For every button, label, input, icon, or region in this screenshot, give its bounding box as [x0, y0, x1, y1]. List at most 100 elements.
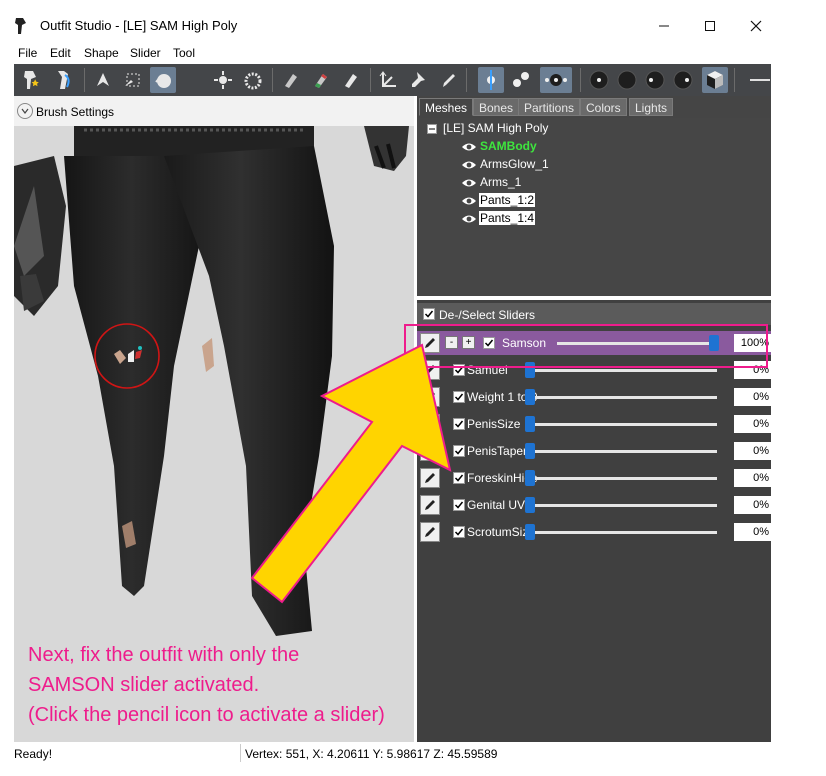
tree-root-label: [LE] SAM High Poly: [443, 121, 549, 135]
slider-row: ScrotumSize 0%: [417, 520, 771, 544]
wireframe-icon[interactable]: [614, 67, 640, 93]
shape-label: SAMBody: [480, 139, 537, 153]
connected-only-icon[interactable]: [508, 67, 534, 93]
inflate-brush-icon[interactable]: [150, 67, 176, 93]
minimize-icon[interactable]: [644, 12, 684, 40]
mask-brush-icon[interactable]: [120, 67, 146, 93]
slider-value-field[interactable]: 0%: [734, 496, 771, 514]
slider-thumb[interactable]: [525, 524, 535, 540]
slider-value-field[interactable]: 0%: [734, 442, 771, 460]
slider-value-field[interactable]: 0%: [734, 415, 771, 433]
vertex-select-icon[interactable]: [586, 67, 612, 93]
menu-shape[interactable]: Shape: [84, 46, 119, 60]
eye-icon[interactable]: [461, 142, 477, 152]
window-title: Outfit Studio - [LE] SAM High Poly: [40, 18, 238, 33]
undiff-brush-icon[interactable]: [278, 67, 304, 93]
weight-brush-icon[interactable]: [308, 67, 334, 93]
annotation-highlight-box: [404, 324, 768, 368]
slider-track[interactable]: [525, 369, 717, 372]
slider-name: PenisTaper: [467, 444, 528, 458]
slider-checkbox[interactable]: [453, 472, 465, 484]
toolbar-overflow[interactable]: [750, 79, 770, 81]
lighting-icon[interactable]: [642, 67, 668, 93]
slider-track[interactable]: [525, 531, 717, 534]
slider-value-field[interactable]: 0%: [734, 469, 771, 487]
menu-slider[interactable]: Slider: [130, 46, 161, 60]
load-reference-icon[interactable]: [18, 67, 44, 93]
slider-checkbox[interactable]: [453, 418, 465, 430]
toolbar: [14, 64, 771, 96]
texture-icon[interactable]: [670, 67, 696, 93]
menu-edit[interactable]: Edit: [50, 46, 71, 60]
slider-value-field[interactable]: 0%: [734, 523, 771, 541]
annotation-text: Next, fix the outfit with only the SAMSO…: [28, 640, 428, 730]
select-all-sliders-checkbox[interactable]: [423, 308, 435, 320]
slider-value-field[interactable]: 0%: [734, 388, 771, 406]
select-brush-icon[interactable]: [90, 67, 116, 93]
slider-track[interactable]: [525, 396, 717, 399]
sliders-header: De-/Select Sliders: [417, 303, 771, 325]
slider-thumb[interactable]: [525, 443, 535, 459]
eye-icon[interactable]: [461, 196, 477, 206]
color-brush-icon[interactable]: [338, 67, 364, 93]
outfit-studio-icon: [15, 18, 26, 34]
pivot-icon[interactable]: [406, 67, 432, 93]
deflate-brush-icon[interactable]: [180, 67, 206, 93]
mesh-panel: Meshes Bones Partitions Colors Lights [L…: [417, 96, 771, 296]
load-outfit-icon[interactable]: [52, 67, 78, 93]
slider-checkbox[interactable]: [453, 391, 465, 403]
pencil-icon[interactable]: [436, 67, 462, 93]
pencil-icon[interactable]: [420, 387, 440, 407]
title-bar: Outfit Studio - [LE] SAM High Poly: [0, 0, 826, 44]
mirror-x-icon[interactable]: [478, 67, 504, 93]
slider-name: PenisSize: [467, 417, 521, 431]
annotation-line: (Click the pencil icon to activate a sli…: [28, 704, 385, 726]
tab-meshes[interactable]: Meshes: [419, 98, 474, 116]
move-brush-icon[interactable]: [210, 67, 236, 93]
tree-item-armsglow[interactable]: ArmsGlow_1: [461, 156, 550, 173]
pencil-icon[interactable]: [420, 522, 440, 542]
tree-item-sambody[interactable]: SAMBody: [461, 138, 538, 155]
tab-partitions[interactable]: Partitions: [518, 98, 581, 116]
slider-track[interactable]: [525, 450, 717, 453]
pencil-icon[interactable]: [420, 495, 440, 515]
tab-bones[interactable]: Bones: [473, 98, 520, 116]
slider-thumb[interactable]: [525, 389, 535, 405]
slider-thumb[interactable]: [525, 497, 535, 513]
global-brush-collision-icon[interactable]: [540, 67, 572, 93]
slider-track[interactable]: [525, 477, 717, 480]
annotation-line: SAMSON slider activated.: [28, 674, 260, 696]
slider-checkbox[interactable]: [453, 526, 465, 538]
slider-row: PenisTaper 0%: [417, 439, 771, 463]
smooth-brush-icon[interactable]: [240, 67, 266, 93]
slider-thumb[interactable]: [525, 416, 535, 432]
menu-tool[interactable]: Tool: [173, 46, 195, 60]
menu-file[interactable]: File: [18, 46, 37, 60]
brush-settings-label: Brush Settings: [36, 105, 115, 119]
tree-item-pants-1-2[interactable]: Pants_1:2: [461, 192, 536, 209]
pencil-icon[interactable]: [420, 441, 440, 461]
slider-track[interactable]: [525, 504, 717, 507]
tab-lights[interactable]: Lights: [629, 98, 674, 116]
transform-icon[interactable]: [376, 67, 402, 93]
brush-settings-header[interactable]: Brush Settings: [14, 96, 414, 126]
pencil-icon[interactable]: [420, 414, 440, 434]
slider-thumb[interactable]: [525, 470, 535, 486]
tree-item-arms[interactable]: Arms_1: [461, 174, 522, 191]
eye-icon[interactable]: [461, 178, 477, 188]
slider-checkbox[interactable]: [453, 499, 465, 511]
pencil-icon[interactable]: [420, 468, 440, 488]
slider-track[interactable]: [525, 423, 717, 426]
tree-root[interactable]: [LE] SAM High Poly: [427, 120, 548, 137]
sliders-header-label: De-/Select Sliders: [439, 308, 536, 322]
eye-icon[interactable]: [461, 160, 477, 170]
tab-colors[interactable]: Colors: [580, 98, 627, 116]
chevron-down-icon[interactable]: [17, 103, 33, 119]
slider-checkbox[interactable]: [453, 445, 465, 457]
cube-icon[interactable]: [702, 67, 728, 93]
collapse-icon[interactable]: [427, 123, 437, 134]
tree-item-pants-1-4[interactable]: Pants_1:4: [461, 210, 536, 227]
maximize-icon[interactable]: [690, 12, 730, 40]
close-icon[interactable]: [736, 12, 776, 40]
eye-icon[interactable]: [461, 214, 477, 224]
